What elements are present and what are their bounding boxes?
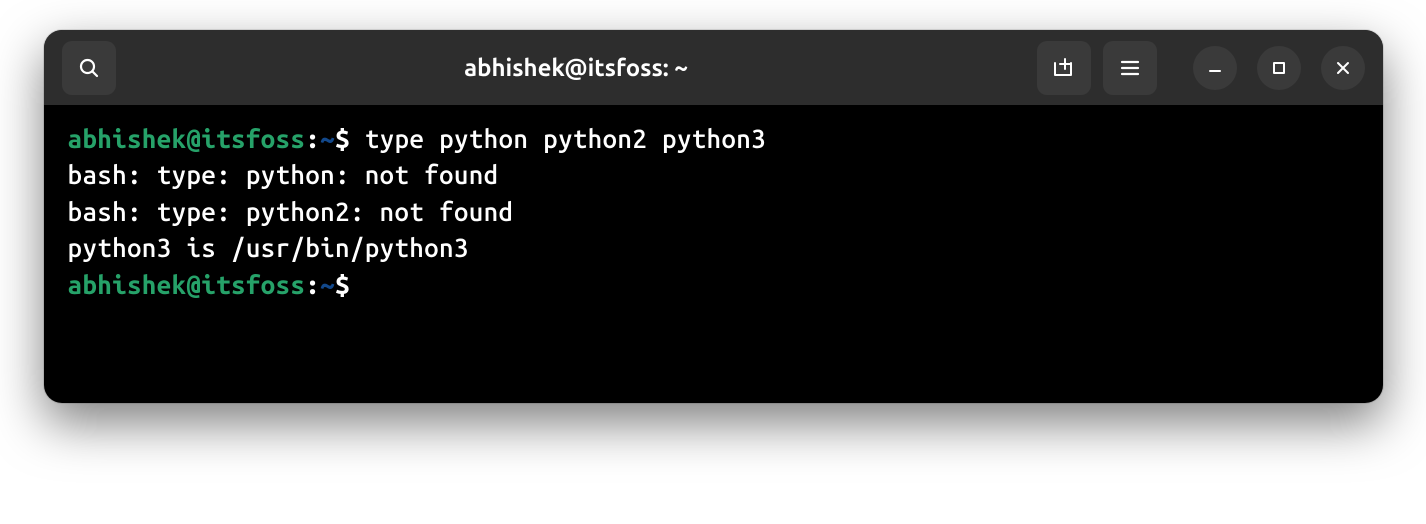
new-tab-button[interactable]	[1037, 41, 1091, 95]
close-icon	[1335, 60, 1351, 76]
titlebar-actions	[1037, 41, 1157, 95]
prompt-symbol: $	[335, 270, 350, 299]
maximize-icon	[1271, 60, 1287, 76]
new-tab-icon	[1051, 55, 1077, 81]
minimize-icon	[1207, 60, 1223, 76]
command-text	[350, 124, 365, 153]
search-button[interactable]	[62, 41, 116, 95]
terminal-body[interactable]: abhishek@itsfoss:~$ type python python2 …	[44, 105, 1383, 403]
command-text: type python python2 python3	[365, 124, 766, 153]
window-controls	[1193, 46, 1365, 90]
titlebar: abhishek@itsfoss: ~	[44, 30, 1383, 105]
output-line-3: python3 is /usr/bin/python3	[68, 230, 1359, 266]
maximize-button[interactable]	[1257, 46, 1301, 90]
prompt-separator: :	[305, 124, 320, 153]
prompt-separator: :	[305, 270, 320, 299]
hamburger-icon	[1119, 57, 1141, 79]
output-line-2: bash: type: python2: not found	[68, 194, 1359, 230]
terminal-window: abhishek@itsfoss: ~	[44, 30, 1383, 403]
titlebar-left	[62, 41, 116, 95]
search-icon	[77, 56, 101, 80]
prompt-path: ~	[320, 270, 335, 299]
titlebar-center: abhishek@itsfoss: ~	[126, 54, 1027, 81]
close-button[interactable]	[1321, 46, 1365, 90]
prompt-line-1: abhishek@itsfoss:~$ type python python2 …	[68, 121, 1359, 157]
prompt-line-2: abhishek@itsfoss:~$	[68, 267, 1359, 303]
window-title: abhishek@itsfoss: ~	[464, 54, 688, 81]
titlebar-right	[1037, 41, 1365, 95]
prompt-symbol: $	[335, 124, 350, 153]
prompt-user-host: abhishek@itsfoss	[68, 270, 306, 299]
prompt-path: ~	[320, 124, 335, 153]
menu-button[interactable]	[1103, 41, 1157, 95]
minimize-button[interactable]	[1193, 46, 1237, 90]
prompt-user-host: abhishek@itsfoss	[68, 124, 306, 153]
output-line-1: bash: type: python: not found	[68, 157, 1359, 193]
